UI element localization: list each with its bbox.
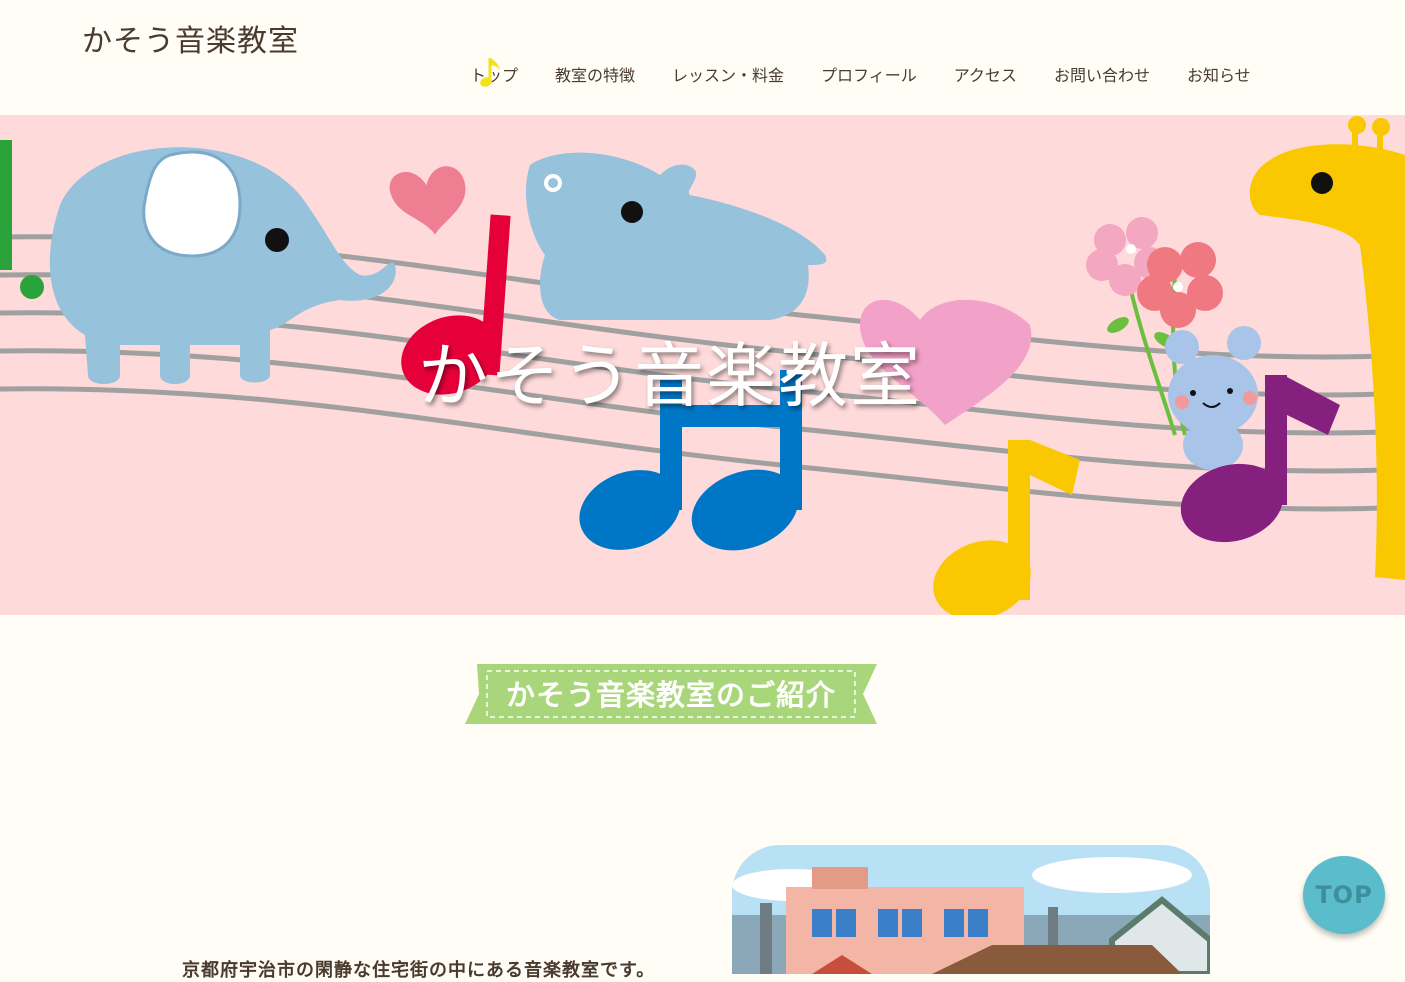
nav-label: お問い合わせ bbox=[1053, 66, 1150, 85]
yellow-note-illustration bbox=[933, 440, 1080, 615]
nav-item-top[interactable]: トップ bbox=[470, 58, 518, 88]
nav-item-news[interactable]: お知らせ bbox=[1187, 64, 1251, 88]
nav-item-contact[interactable]: お問い合わせ bbox=[1054, 64, 1150, 88]
site-header: かそう音楽教室 トップ 教室の特徴 レッスン・料金 プロフィール アクセス お問… bbox=[0, 0, 1405, 115]
school-building-image bbox=[732, 845, 1210, 974]
nav-label: 教室の特徴 bbox=[555, 66, 636, 85]
hippo-illustration bbox=[525, 152, 827, 320]
hero-title: かそう音楽教室 bbox=[418, 335, 922, 417]
nav-item-profile[interactable]: プロフィール bbox=[821, 64, 917, 88]
nav-item-lessons-fees[interactable]: レッスン・料金 bbox=[672, 64, 784, 88]
hero-banner: かそう音楽教室 bbox=[0, 115, 1405, 615]
intro-text: 京都府宇治市の閑静な住宅街の中にある音楽教室です。 bbox=[182, 960, 656, 981]
intro-heading: かそう音楽教室のご紹介 bbox=[505, 678, 836, 712]
building-illustration bbox=[732, 845, 1210, 974]
main-nav: トップ 教室の特徴 レッスン・料金 プロフィール アクセス お問い合わせ お知ら… bbox=[470, 58, 1251, 88]
nav-item-features[interactable]: 教室の特徴 bbox=[555, 64, 635, 88]
intro-heading-ribbon: かそう音楽教室のご紹介 bbox=[465, 664, 877, 724]
nav-item-access[interactable]: アクセス bbox=[954, 64, 1017, 88]
nav-label: お知らせ bbox=[1186, 66, 1251, 85]
site-title[interactable]: かそう音楽教室 bbox=[82, 16, 299, 60]
nav-label: プロフィール bbox=[821, 66, 917, 85]
music-note-icon bbox=[480, 58, 500, 87]
back-to-top-button[interactable]: TOP bbox=[1303, 856, 1385, 934]
nav-label: レッスン・料金 bbox=[672, 66, 785, 85]
nav-label: アクセス bbox=[953, 66, 1017, 85]
